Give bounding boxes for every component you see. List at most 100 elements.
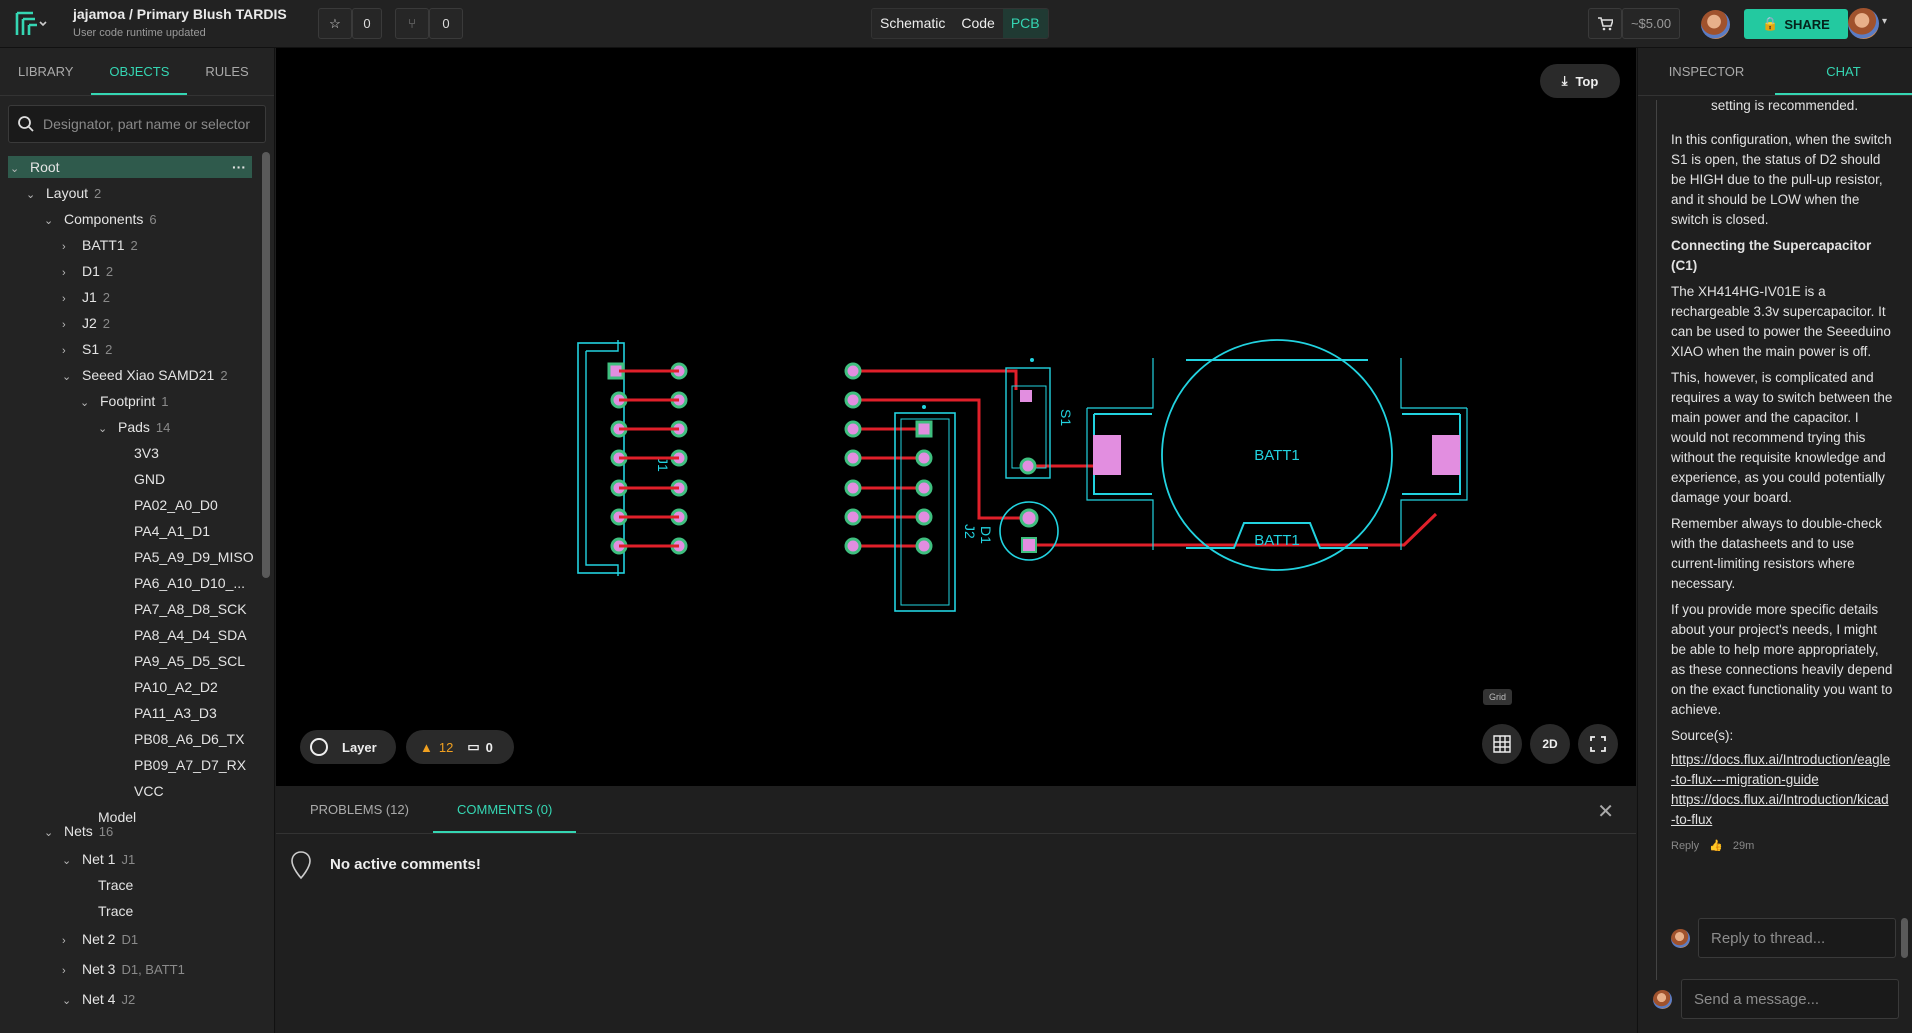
tab-library[interactable]: LIBRARY [0,48,91,95]
tree-item[interactable]: GND [0,468,171,490]
grid-icon[interactable] [1482,724,1522,764]
mode-switcher: Schematic Code PCB [871,8,1049,39]
chevron-down-icon[interactable]: ⌄ [80,392,94,414]
chat-panel: INSPECTOR CHAT setting is recommended. I… [1637,48,1912,1033]
tree-item[interactable]: ⌄ Pads 14 [0,416,170,438]
chevron-right-icon[interactable]: › [62,314,76,336]
tree-item[interactable]: ⌄ Net 4 J2 [0,988,135,1010]
chevron-right-icon[interactable]: › [62,236,76,258]
tab-inspector[interactable]: INSPECTOR [1638,48,1775,95]
chevron-down-icon[interactable]: ⌄ [44,210,58,232]
chevron-down-icon[interactable]: ⌄ [26,184,40,206]
view-side-button[interactable]: ⤓ Top [1540,64,1620,98]
more-options-icon[interactable]: ··· [232,156,246,178]
user-avatar[interactable] [1848,8,1879,39]
tree-item-count: 2 [94,186,102,201]
tree-item[interactable]: › S1 2 [0,338,112,360]
tree-item[interactable]: ⌄ Layout 2 [0,182,101,204]
chevron-right-icon[interactable]: › [62,960,76,982]
problems-pill[interactable]: ▲ 12 ▭ 0 [406,730,514,764]
chevron-down-icon[interactable]: ⌄ [44,822,58,844]
tree-item-label: Trace [98,903,134,919]
tree-item[interactable]: ⌄ Components 6 [0,208,157,230]
message-input[interactable]: Send a message... [1681,979,1899,1019]
tree-item[interactable]: › J1 2 [0,286,110,308]
tab-rules[interactable]: RULES [187,48,266,95]
reply-link[interactable]: Reply [1671,836,1699,856]
tree-item[interactable]: PA5_A9_D9_MISO [0,546,260,568]
tab-problems[interactable]: PROBLEMS (12) [286,786,433,833]
source-link[interactable]: https://docs.flux.ai/Introduction/eagle-… [1671,750,1893,790]
chevron-down-icon[interactable]: ▾ [1882,16,1887,27]
view-mode-button[interactable]: 2D [1530,724,1570,764]
tree-item[interactable]: PA9_A5_D5_SCL [0,650,251,672]
stars-count: 0 [352,8,382,39]
chevron-down-icon[interactable]: ⌄ [62,850,76,872]
tab-chat[interactable]: CHAT [1775,48,1912,95]
chevron-down-icon[interactable]: ⌄ [62,990,76,1012]
switch-s1[interactable] [1005,358,1051,479]
diode-d1[interactable] [999,501,1059,561]
star-icon[interactable]: ☆ [318,8,352,39]
tree-item-label: Net 2 [82,931,116,947]
tree-item[interactable]: VCC [0,780,170,802]
tree-item[interactable]: PA8_A4_D4_SDA [0,624,253,646]
tree-item[interactable]: › D1 2 [0,260,113,282]
tree-item[interactable]: Trace [0,900,139,922]
tree-item[interactable]: PB08_A6_D6_TX [0,728,251,750]
chat-paragraph: This, however, is complicated and requir… [1671,370,1893,505]
tree-item[interactable]: PA4_A1_D1 [0,520,216,542]
tree-item-label: BATT1 [82,237,125,253]
cart-icon[interactable] [1588,8,1622,39]
tree-item[interactable]: ⌄ Root ··· [8,156,252,178]
tree-scrollbar[interactable] [262,152,270,578]
tree-item[interactable]: ⌄ Nets 16 [0,820,113,842]
tree-item[interactable]: ⌄ Footprint 1 [0,390,168,412]
reply-input[interactable]: Reply to thread... [1698,918,1896,958]
search-input[interactable] [43,116,263,132]
pad [844,449,862,467]
layer-button[interactable]: Layer [300,730,396,764]
chevron-right-icon[interactable]: › [62,930,76,952]
pcb-canvas[interactable]: J1 J2 S1 D1 BATT1 BATT1 ⤓ Top Layer ▲ 12… [276,48,1636,786]
tree-item[interactable]: PA6_A10_D10_... [0,572,251,594]
mode-schematic[interactable]: Schematic [872,9,954,38]
mode-code[interactable]: Code [953,9,1003,38]
lock-icon: 🔒 [1762,16,1779,31]
chevron-right-icon[interactable]: › [62,340,76,362]
chat-scrollbar[interactable] [1901,918,1908,958]
project-title[interactable]: jajamoa / Primary Blush TARDIS [73,6,287,22]
cost-label[interactable]: ~$5.00 [1622,8,1680,39]
tree-item[interactable]: ⌄ Seeed Xiao SAMD21 2 [0,364,228,386]
tree-item[interactable]: PA7_A8_D8_SCK [0,598,253,620]
tree-item[interactable]: › BATT1 2 [0,234,138,256]
tree-item[interactable]: Trace [0,874,139,896]
flux-logo-icon[interactable] [14,10,47,38]
tab-comments[interactable]: COMMENTS (0) [432,786,577,833]
tree-item[interactable]: PA02_A0_D0 [0,494,224,516]
fullscreen-icon[interactable] [1578,724,1618,764]
tree-item[interactable]: PA10_A2_D2 [0,676,224,698]
close-icon[interactable]: ✕ [1597,799,1614,824]
tab-objects[interactable]: OBJECTS [91,48,188,95]
thumbs-up-icon[interactable]: 👍 [1709,836,1723,856]
tree-item[interactable]: › Net 3 D1, BATT1 [0,958,185,980]
fork-icon[interactable]: ⑂ [395,8,429,39]
label-s1: S1 [1058,409,1074,426]
source-link[interactable]: https://docs.flux.ai/Introduction/kicad-… [1671,790,1893,830]
chevron-right-icon[interactable]: › [62,262,76,284]
tree-item[interactable]: › Net 2 D1 [0,928,138,950]
share-button[interactable]: 🔒 SHARE [1744,9,1848,39]
tree-item[interactable]: › J2 2 [0,312,110,334]
mode-pcb[interactable]: PCB [1002,9,1048,38]
tree-item-label: GND [134,471,166,487]
tree-item[interactable]: ⌄ Net 1 J1 [0,848,135,870]
collaborator-avatar[interactable] [1701,10,1730,39]
chevron-down-icon[interactable]: ⌄ [98,418,112,440]
tree-item[interactable]: 3V3 [0,442,165,464]
chevron-down-icon[interactable]: ⌄ [62,366,76,388]
chevron-down-icon[interactable]: ⌄ [10,158,24,180]
tree-item[interactable]: PA11_A3_D3 [0,702,223,724]
tree-item[interactable]: PB09_A7_D7_RX [0,754,252,776]
chevron-right-icon[interactable]: › [62,288,76,310]
